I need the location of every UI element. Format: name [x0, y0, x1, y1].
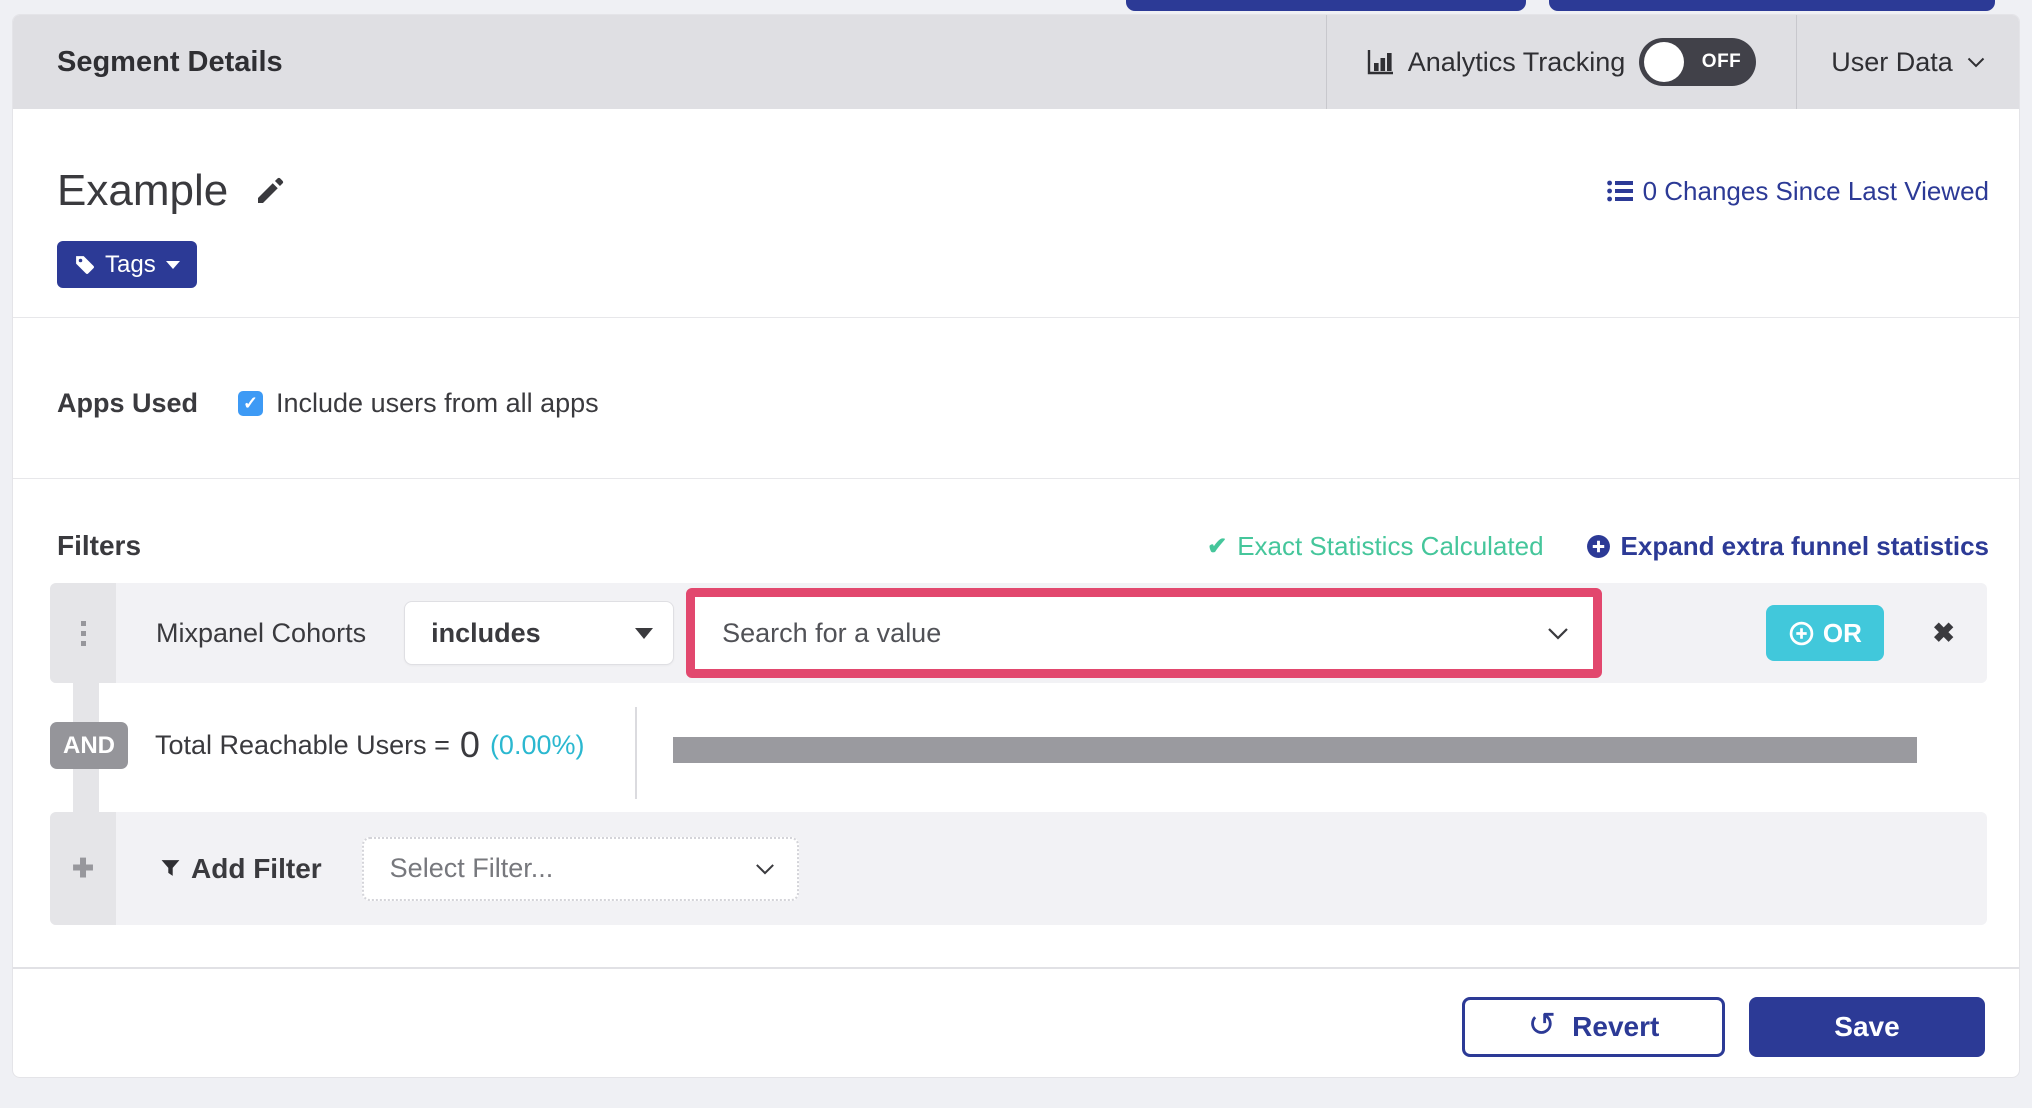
chevron-down-icon	[755, 863, 774, 875]
select-filter-dropdown[interactable]: Select Filter...	[361, 836, 799, 901]
save-button-label: Save	[1834, 1011, 1900, 1042]
caret-down-icon	[635, 627, 654, 639]
section-divider	[13, 317, 2019, 318]
and-badge: AND	[50, 722, 128, 769]
chevron-down-icon	[1967, 57, 1984, 67]
pencil-icon	[258, 177, 284, 203]
funnel-icon	[161, 860, 180, 876]
bar-chart-icon	[1367, 50, 1393, 75]
segment-details-card: Segment Details Analytics Tracking OFF U…	[12, 14, 2020, 1078]
filter-value-placeholder: Search for a value	[722, 617, 942, 648]
total-reachable-users: Total Reachable Users = 0 (0.00%)	[155, 715, 584, 775]
segment-details-header: Segment Details Analytics Tracking OFF U…	[13, 15, 2019, 109]
expand-link-label: Expand extra funnel statistics	[1620, 530, 1989, 561]
changes-link-label: 0 Changes Since Last Viewed	[1642, 175, 1989, 206]
reachable-users-value: 0	[459, 724, 480, 765]
top-toolbar-button-left[interactable]	[1126, 0, 1526, 11]
add-filter-row: ✚ Add Filter Select Filter...	[50, 812, 1987, 925]
chevron-down-icon	[1548, 627, 1568, 640]
filters-heading: Filters	[57, 530, 142, 561]
header-right-controls: Analytics Tracking OFF User Data	[1326, 15, 2019, 109]
top-toolbar-button-right[interactable]	[1549, 0, 1995, 11]
select-filter-placeholder: Select Filter...	[389, 853, 554, 883]
drag-dot	[80, 640, 86, 646]
plus-circle-icon	[1789, 621, 1814, 645]
apps-used-row: Apps Used ✓ Include users from all apps	[57, 367, 599, 439]
filter-operator-select[interactable]: includes	[404, 601, 675, 665]
add-or-condition-button[interactable]: OR	[1766, 605, 1885, 661]
filter-drag-handle[interactable]	[50, 583, 116, 683]
footer-divider	[13, 967, 2019, 969]
change-list-icon	[1606, 180, 1633, 202]
plus-icon: ✚	[72, 853, 94, 883]
toggle-state-label: OFF	[1701, 51, 1742, 72]
tag-icon	[76, 256, 94, 274]
filters-heading-row: Filters ✔ Exact Statistics Calculated Ex…	[57, 521, 1989, 571]
tags-button-label: Tags	[105, 250, 156, 278]
exact-statistics-status: ✔ Exact Statistics Calculated	[1207, 531, 1543, 562]
filter-value-select-highlighted[interactable]: Search for a value	[686, 588, 1603, 678]
add-filter-gutter: ✚	[50, 812, 116, 925]
section-divider	[13, 478, 2019, 479]
filter-operator-value: includes	[431, 617, 541, 648]
footer-actions: ↺ Revert Save	[1462, 997, 1985, 1057]
user-data-label: User Data	[1831, 46, 1953, 77]
user-data-menu[interactable]: User Data	[1797, 15, 2019, 109]
or-button-label: OR	[1822, 617, 1862, 648]
edit-name-button[interactable]	[254, 175, 286, 207]
close-icon: ✖	[1932, 617, 1955, 648]
changes-since-last-viewed-link[interactable]: 0 Changes Since Last Viewed	[1606, 175, 1989, 207]
expand-funnel-statistics-link[interactable]: Expand extra funnel statistics	[1586, 531, 1989, 562]
check-icon: ✔	[1207, 532, 1228, 560]
reachable-users-percent: (0.00%)	[489, 729, 585, 760]
revert-button-label: Revert	[1572, 1011, 1660, 1042]
filter-field-label: Mixpanel Cohorts	[156, 617, 367, 648]
reachable-users-progress-bar	[673, 737, 1917, 763]
analytics-tracking-toggle[interactable]: OFF	[1639, 38, 1757, 86]
analytics-tracking-label: Analytics Tracking	[1407, 46, 1626, 77]
include-all-apps-label: Include users from all apps	[276, 387, 599, 418]
add-filter-label-group: Add Filter	[160, 853, 322, 885]
analytics-tracking-control: Analytics Tracking OFF	[1327, 15, 1796, 109]
filter-row: Mixpanel Cohorts includes Search for a v…	[50, 583, 1987, 683]
apps-used-label: Apps Used	[57, 387, 199, 418]
tags-button[interactable]: Tags	[57, 241, 197, 288]
remove-filter-button[interactable]: ✖	[1932, 618, 1955, 649]
page-title: Segment Details	[57, 45, 283, 78]
toggle-knob	[1644, 42, 1685, 82]
reachable-users-label: Total Reachable Users =	[155, 729, 450, 760]
caret-down-icon	[165, 260, 180, 269]
drag-dot	[80, 620, 86, 626]
include-all-apps-checkbox[interactable]: ✓	[238, 390, 263, 416]
revert-arrow-icon: ↺	[1527, 1006, 1557, 1044]
revert-button[interactable]: ↺ Revert	[1462, 997, 1725, 1057]
segment-name-row: Example 0 Changes Since Last Viewed	[57, 155, 1989, 227]
plus-circle-icon	[1586, 534, 1610, 558]
save-button[interactable]: Save	[1749, 997, 1985, 1057]
vertical-divider	[635, 707, 637, 799]
checkmark-icon: ✓	[242, 392, 259, 413]
drag-dot	[80, 630, 86, 636]
add-filter-label: Add Filter	[191, 852, 322, 884]
exact-statistics-label: Exact Statistics Calculated	[1237, 530, 1544, 561]
segment-name: Example	[57, 166, 229, 215]
